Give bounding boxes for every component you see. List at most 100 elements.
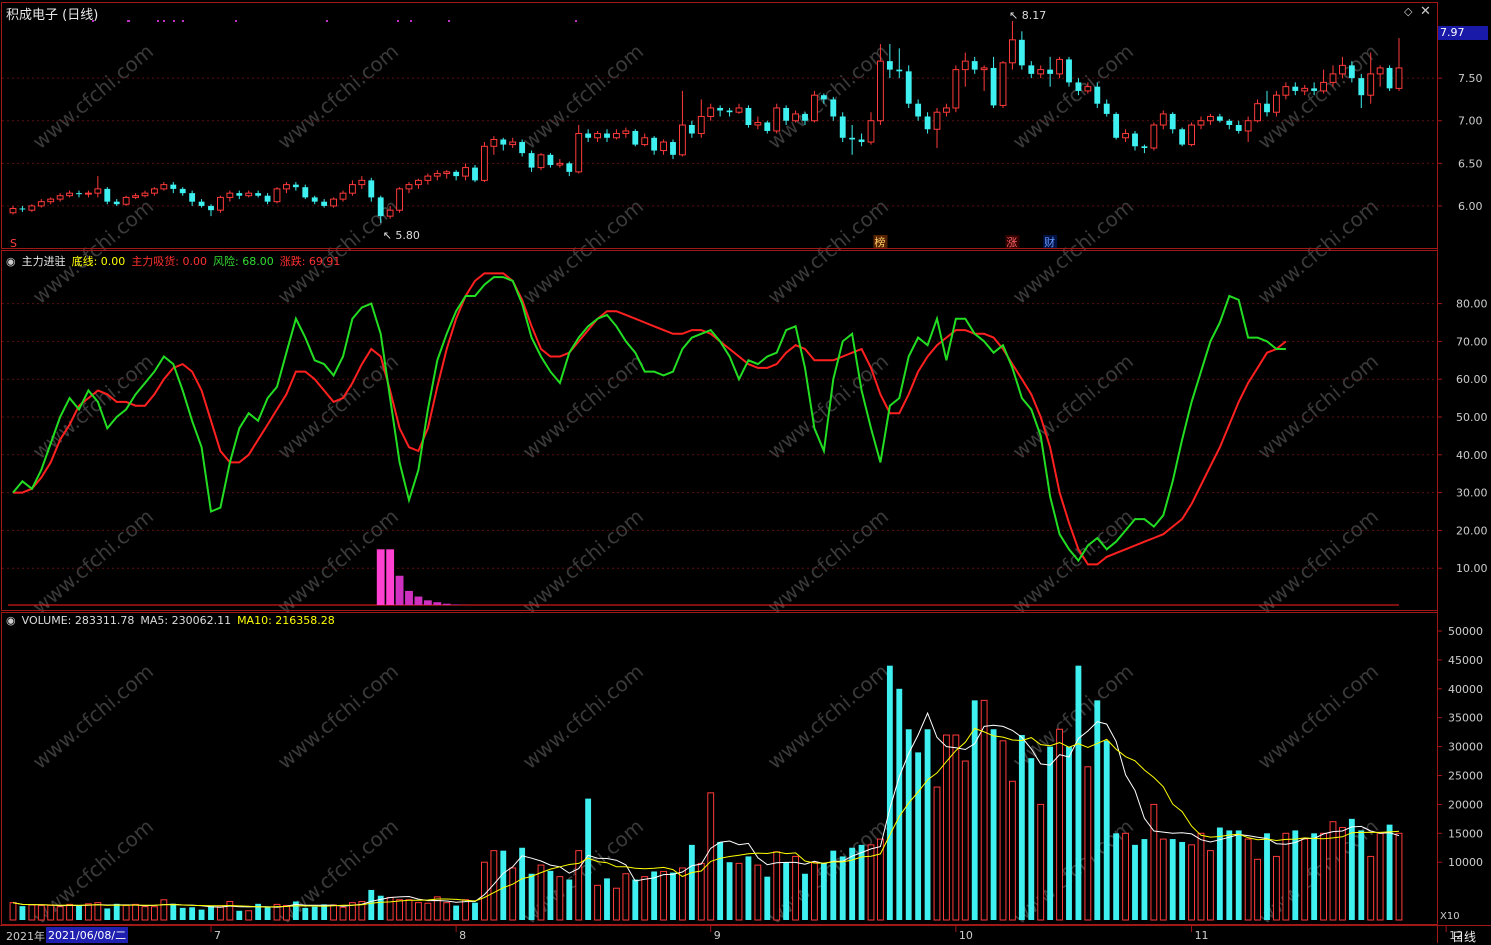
candle-body — [114, 202, 120, 205]
collapse-icon[interactable]: ◉ — [6, 255, 16, 268]
volume-bar — [302, 908, 308, 920]
volume-bar — [802, 874, 808, 920]
period-label[interactable]: 日线 — [1452, 928, 1476, 945]
candle-body — [981, 68, 987, 70]
candle-body — [397, 189, 403, 210]
candle-body — [1104, 104, 1110, 114]
candle — [1113, 112, 1119, 139]
volume-bar — [698, 863, 704, 920]
volume-bar — [265, 907, 271, 920]
candle-body — [1311, 88, 1317, 91]
diamond-icon[interactable]: ◇ — [1404, 5, 1412, 18]
volume-bar — [614, 888, 620, 920]
price-tick-label: 6.50 — [1458, 157, 1483, 170]
close-icon[interactable]: ✕ — [1420, 4, 1431, 19]
candle-body — [331, 199, 337, 206]
volume-bar — [859, 845, 865, 920]
volume-bar — [1245, 839, 1251, 920]
volume-bar — [29, 905, 35, 920]
candle-body — [284, 185, 290, 189]
indicator-label-0: 底线: 0.00 — [72, 255, 126, 268]
candle-body — [1123, 134, 1129, 138]
candle-body — [274, 189, 280, 202]
high-price-label: ↖ 8.17 — [1009, 9, 1046, 22]
candle-body — [387, 210, 393, 216]
candle-body — [161, 185, 167, 189]
volume-bar — [1311, 833, 1317, 920]
price-tick-label: 7.00 — [1458, 115, 1483, 128]
candle — [123, 196, 129, 206]
stock-chart[interactable]: www.cfchi.comwww.cfchi.comwww.cfchi.comw… — [0, 0, 1491, 943]
candle-body — [849, 138, 855, 140]
candle-body — [944, 108, 950, 112]
volume-bar — [491, 851, 497, 920]
volume-bar — [1113, 833, 1119, 920]
candle-body — [265, 196, 271, 202]
candle — [397, 187, 403, 213]
candle — [472, 165, 478, 182]
volume-bar — [651, 871, 657, 920]
candle — [1274, 91, 1280, 117]
stock-title[interactable]: 积成电子 (日线) — [6, 4, 98, 23]
candle-body — [1226, 121, 1232, 125]
candle-body — [378, 197, 384, 216]
indicator-tick-label: 70.00 — [1456, 335, 1488, 348]
collapse-icon[interactable]: ◉ — [6, 614, 16, 627]
volume-bar — [746, 856, 752, 920]
price-tick-label: 6.00 — [1458, 200, 1483, 213]
candle-body — [953, 70, 959, 108]
candle-body — [793, 114, 799, 121]
candle — [774, 104, 780, 134]
volume-bar — [1198, 833, 1204, 920]
indicator-name[interactable]: 主力进驻 — [22, 255, 66, 268]
candle-body — [887, 61, 893, 70]
candle-body — [152, 189, 158, 193]
candle-body — [133, 196, 139, 198]
volume-tick-label: 10000 — [1448, 856, 1483, 869]
volume-bar — [1160, 839, 1166, 920]
candle-body — [444, 172, 450, 174]
candle-body — [67, 193, 73, 196]
volume-bar — [1283, 833, 1289, 920]
candle-body — [1330, 74, 1336, 83]
candle-body — [1198, 121, 1204, 125]
volume-bar — [1377, 833, 1383, 920]
candle-body — [1076, 82, 1082, 91]
volume-bar — [1094, 700, 1100, 920]
candle-body — [1274, 95, 1280, 112]
volume-bar — [1264, 833, 1270, 920]
candle-body — [925, 116, 931, 129]
candle-body — [227, 193, 233, 197]
candle-body — [623, 131, 629, 134]
volume-bar — [152, 907, 158, 920]
candle — [906, 65, 912, 108]
volume-bar — [397, 900, 403, 920]
volume-bar — [236, 911, 242, 920]
volume-bar — [142, 907, 148, 920]
candle-body — [1170, 114, 1176, 129]
candle — [1387, 65, 1393, 91]
volume-bar — [1236, 830, 1242, 920]
event-dot — [235, 20, 237, 22]
volume-bar — [934, 787, 940, 920]
accumulation-bar — [377, 549, 385, 605]
volume-bar — [20, 906, 26, 920]
volume-bar — [406, 900, 412, 920]
volume-bar — [991, 729, 997, 920]
candle-body — [1132, 134, 1138, 147]
candle-body — [199, 202, 205, 206]
volume-bar — [1179, 842, 1185, 920]
event-dot — [326, 20, 328, 22]
volume-bar — [708, 793, 714, 920]
price-tick-label: 7.50 — [1458, 72, 1483, 85]
candle-body — [1094, 87, 1100, 104]
volume-bar — [1330, 822, 1336, 920]
volume-bar — [453, 906, 459, 920]
candle — [1189, 122, 1195, 146]
volume-bar — [642, 877, 648, 920]
candle-body — [170, 185, 176, 189]
candle-body — [463, 168, 469, 177]
candle-body — [1208, 116, 1214, 120]
volume-bar — [1358, 830, 1364, 920]
candle-body — [576, 134, 582, 172]
